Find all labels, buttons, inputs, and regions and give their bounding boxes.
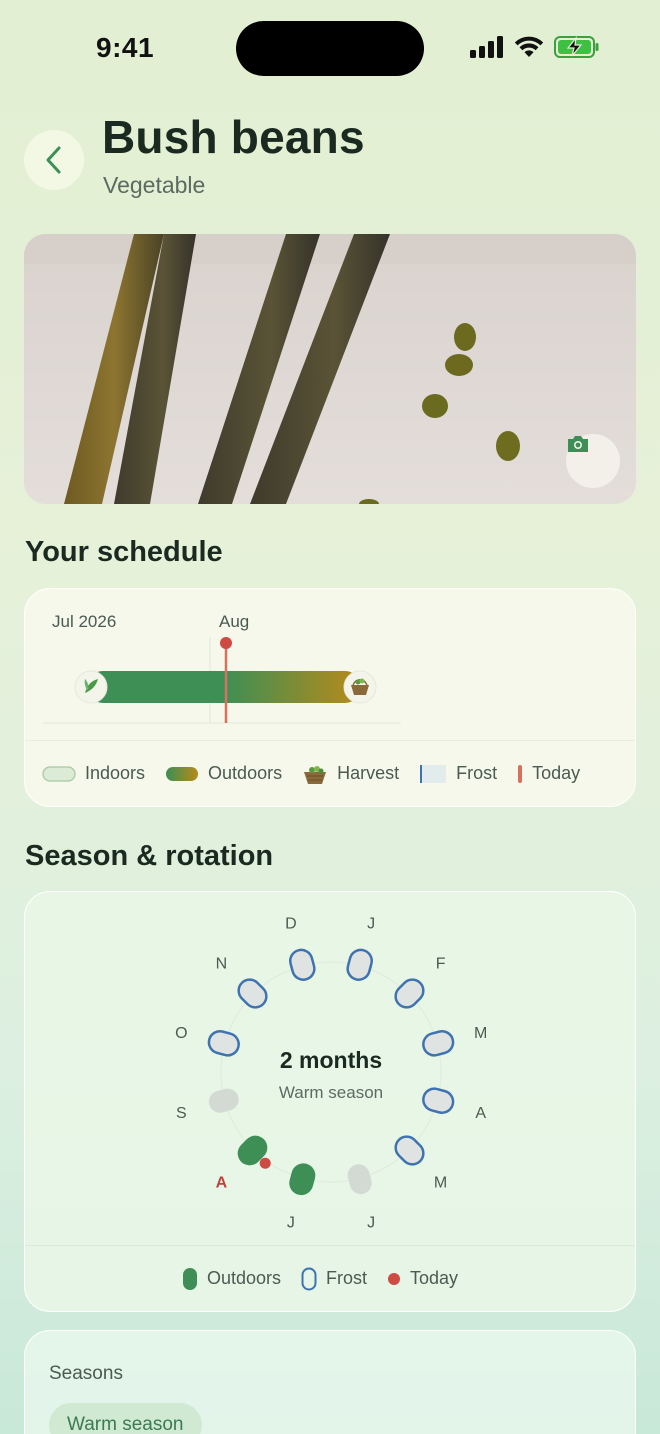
page-title: Bush beans xyxy=(102,111,365,163)
season-legend-outdoors-label: Outdoors xyxy=(206,1268,281,1288)
basket-icon xyxy=(304,765,327,784)
frost-pill-swatch xyxy=(301,1267,317,1290)
seasons-card: Seasons Warm season xyxy=(24,1330,636,1434)
season-legend-frost-label: Frost xyxy=(325,1268,367,1288)
camera-button[interactable] xyxy=(566,434,620,488)
outdoors-swatch xyxy=(166,766,199,781)
today-dot-swatch xyxy=(388,1272,400,1285)
wifi-icon xyxy=(514,36,544,57)
month-pill-1 xyxy=(394,978,425,1009)
season-rotation-card: J F M A M J J A S O N D 2 months Warm season Outdoo… xyxy=(24,891,636,1312)
frost-swatch xyxy=(420,764,447,783)
battery-charging-icon xyxy=(554,36,599,58)
legend-today-label: Today xyxy=(532,763,581,783)
season-type-label: Warm season xyxy=(278,1083,384,1102)
month-pill-11 xyxy=(289,948,316,981)
month-label-7: A xyxy=(216,1175,228,1192)
legend-harvest-label: Harvest xyxy=(337,763,400,783)
signal-icon xyxy=(470,36,503,58)
month-label-0: J xyxy=(367,915,375,932)
month-pill-5 xyxy=(347,1164,372,1195)
status-time: 9:41 xyxy=(96,32,155,63)
outdoors-pill-swatch xyxy=(182,1267,197,1290)
legend-frost: Frost xyxy=(419,763,497,784)
schedule-card: Jul 2026 Aug Indoors Outdoors Harvest Fr… xyxy=(24,588,636,807)
month-pill-10 xyxy=(237,978,268,1009)
month-label-3: A xyxy=(475,1105,486,1122)
today-dot xyxy=(220,637,232,649)
month-label-8: S xyxy=(176,1105,187,1122)
legend-outdoors: Outdoors xyxy=(165,763,282,784)
legend-today: Today xyxy=(517,763,580,784)
outdoors-bar xyxy=(87,671,361,703)
season-length-value: 2 months xyxy=(279,1047,383,1073)
month-label-5: J xyxy=(367,1215,375,1232)
chevron-left-icon xyxy=(46,146,61,174)
legend-outdoors-label: Outdoors xyxy=(208,763,283,783)
legend-indoors: Indoors xyxy=(42,763,145,784)
month-label-4: M xyxy=(434,1175,447,1192)
month-label-11: D xyxy=(285,915,297,932)
today-swatch xyxy=(518,764,523,783)
month-pill-6 xyxy=(289,1163,316,1196)
season-legend-frost: Frost xyxy=(301,1267,367,1291)
season-legend: Outdoors Frost Today xyxy=(25,1245,635,1311)
season-chip[interactable]: Warm season xyxy=(49,1403,202,1434)
legend-frost-label: Frost xyxy=(456,763,498,783)
bean-pods-illustration xyxy=(24,234,636,504)
season-legend-outdoors: Outdoors xyxy=(182,1267,281,1291)
camera-icon xyxy=(568,436,588,452)
status-icons xyxy=(470,36,600,58)
month-label-9: O xyxy=(175,1025,187,1042)
schedule-legend: Indoors Outdoors Harvest Frost Today xyxy=(25,740,635,806)
seasons-label: Seasons xyxy=(49,1363,123,1384)
month-label-1: F xyxy=(436,955,446,972)
month-pill-0 xyxy=(346,948,373,981)
month-label-2: M xyxy=(474,1025,487,1042)
month-label-6: J xyxy=(287,1215,295,1232)
legend-indoors-label: Indoors xyxy=(85,763,146,783)
page-subtitle: Vegetable xyxy=(103,172,206,198)
indoors-swatch xyxy=(42,765,76,782)
season-section-title: Season & rotation xyxy=(25,840,274,872)
month-pill-4 xyxy=(394,1135,425,1166)
season-legend-today-label: Today xyxy=(410,1268,459,1288)
schedule-timeline xyxy=(43,637,401,724)
plant-photo xyxy=(24,234,636,504)
month-label-10: N xyxy=(216,955,228,972)
today-month-dot xyxy=(259,1157,271,1169)
season-legend-today: Today xyxy=(387,1268,458,1289)
status-bar: 9:41 xyxy=(0,0,660,96)
legend-harvest: Harvest xyxy=(302,763,399,785)
back-button[interactable] xyxy=(24,130,84,190)
schedule-section-title: Your schedule xyxy=(25,536,223,568)
dynamic-island xyxy=(236,21,424,76)
